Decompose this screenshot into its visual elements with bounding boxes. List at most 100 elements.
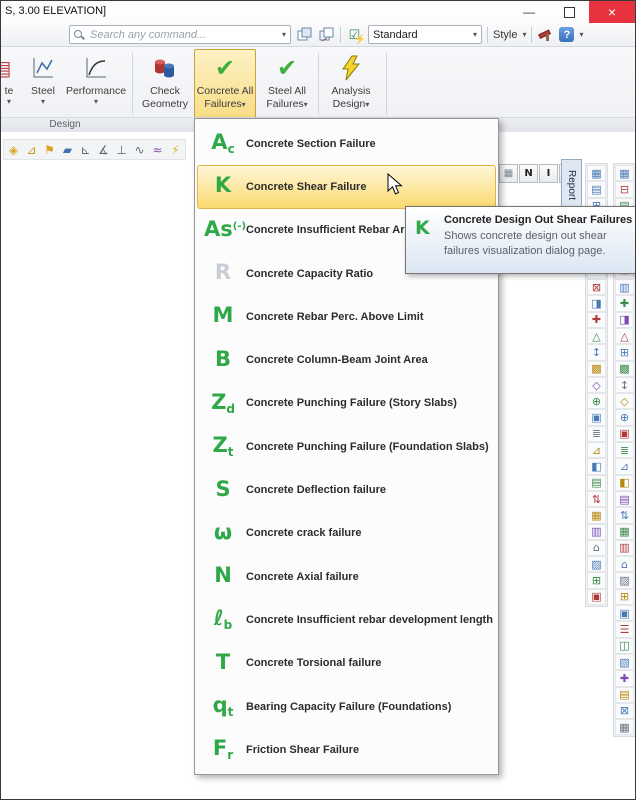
toolbar-icon[interactable]: ⌂ <box>615 556 634 572</box>
toolbar-icon[interactable]: ∡ <box>95 141 112 158</box>
toolbar-icon[interactable]: ▰ <box>59 141 76 158</box>
toolbar-icon[interactable]: ⊠ <box>615 703 634 719</box>
toolbar-icon[interactable]: ⇅ <box>587 491 606 507</box>
toolbar-icon[interactable]: ▦ <box>615 719 634 735</box>
toolbar-icon[interactable]: ⊿ <box>615 458 634 474</box>
toolbar-icon[interactable]: ⊕ <box>615 409 634 425</box>
toolbar-icon[interactable]: ▩ <box>587 361 606 377</box>
toolbar-icon[interactable]: ▦ <box>587 165 606 181</box>
help-icon[interactable]: ? <box>559 27 574 42</box>
toolbar-icon[interactable]: ✚ <box>615 670 634 686</box>
toolbar-icon[interactable]: ⊞ <box>587 572 606 588</box>
toolbar-icon[interactable]: △ <box>587 328 606 344</box>
maximize-button[interactable] <box>549 1 589 23</box>
toolbar-icon[interactable]: ✚ <box>587 312 606 328</box>
menu-item-concrete-torsional-failure[interactable]: T Concrete Torsional failure <box>197 642 496 685</box>
ribbon-button-analysis-design[interactable]: Analysis Design▾ <box>321 49 381 118</box>
toolbar-icon[interactable]: ↕ <box>587 344 606 360</box>
toolbar-icon[interactable]: ⇅ <box>615 507 634 523</box>
toolbar-icon[interactable]: ◈ <box>5 141 22 158</box>
toolbar-icon[interactable]: ▤ <box>615 491 634 507</box>
format-painter-icon[interactable] <box>537 26 554 43</box>
menu-item-concrete-punching-failure-foundation-slabs[interactable]: Zt Concrete Punching Failure (Foundation… <box>197 425 496 468</box>
toolbar-icon[interactable]: ⊿ <box>23 141 40 158</box>
toolbar-icon[interactable]: ≣ <box>587 426 606 442</box>
menu-item-concrete-insufficient-rebar-development-length[interactable]: ℓb Concrete Insufficient rebar developme… <box>197 598 496 641</box>
command-search-box[interactable]: ▾ <box>69 25 291 44</box>
toolbar-icon[interactable]: ▧ <box>615 654 634 670</box>
toolbar-icon[interactable]: ◨ <box>587 295 606 311</box>
toolbar-icon[interactable]: ▦ <box>615 524 634 540</box>
toolbar-icon[interactable]: ⊕ <box>587 393 606 409</box>
close-button[interactable]: × <box>589 1 635 23</box>
toolbar-icon[interactable]: ▥ <box>615 540 634 556</box>
toolbar-icon[interactable]: ▤ <box>615 687 634 703</box>
toolbar-icon[interactable]: ◇ <box>615 393 634 409</box>
toolbar-icon[interactable]: ▩ <box>615 361 634 377</box>
toolbar-icon[interactable]: ◧ <box>615 475 634 491</box>
toolbar-icon[interactable]: ⚡ <box>167 141 184 158</box>
check-run-icon[interactable]: ☑ ⚡ <box>346 26 363 43</box>
toolbar-icon[interactable]: ⊿ <box>587 442 606 458</box>
toolbar-button[interactable]: ▦ <box>499 164 518 183</box>
toolbar-icon[interactable]: ◇ <box>587 377 606 393</box>
style-caret-icon[interactable]: ▾ <box>522 31 526 39</box>
toolbar-icon[interactable]: ▣ <box>615 426 634 442</box>
menu-item-bearing-capacity-failure-foundations[interactable]: qt Bearing Capacity Failure (Foundations… <box>197 685 496 728</box>
toolbar-icon[interactable]: ▨ <box>587 556 606 572</box>
toolbar-icon[interactable]: ◨ <box>615 312 634 328</box>
toolbar-icon[interactable]: ⊞ <box>615 344 634 360</box>
toolbar-icon[interactable]: ▣ <box>587 589 606 605</box>
toolbar-icon[interactable]: △ <box>615 328 634 344</box>
toolbar-icon[interactable]: ◫ <box>615 638 634 654</box>
ribbon-button-check-geometry[interactable]: Check Geometry <box>137 49 193 118</box>
toolbar-icon[interactable]: ▦ <box>587 507 606 523</box>
toolbar-icon[interactable]: ⊞ <box>615 589 634 605</box>
toolbar-icon[interactable]: ▤ <box>587 181 606 197</box>
toolbar-icon[interactable]: ☰ <box>615 621 634 637</box>
menu-item-concrete-punching-failure-story-slabs[interactable]: Zd Concrete Punching Failure (Story Slab… <box>197 382 496 425</box>
menu-item-friction-shear-failure[interactable]: Fr Friction Shear Failure <box>197 728 496 771</box>
toolbar-icon[interactable]: ▥ <box>615 279 634 295</box>
toolbar-icon[interactable]: ≈ <box>149 141 166 158</box>
toolbar-icon[interactable]: ⊠ <box>587 279 606 295</box>
menu-item-concrete-column-beam-joint-area[interactable]: B Concrete Column-Beam Joint Area <box>197 338 496 381</box>
minimize-button[interactable]: — <box>509 1 549 23</box>
standard-combo[interactable]: Standard ▾ <box>368 25 482 44</box>
toolbar-icon[interactable]: ∿ <box>131 141 148 158</box>
toolbar-icon[interactable]: ▨ <box>615 572 634 588</box>
toolbar-icon[interactable]: ⊟ <box>615 181 634 197</box>
ribbon-button-performance[interactable]: Performance ▾ <box>63 49 129 118</box>
toolbar-icon[interactable]: ▦ <box>615 165 634 181</box>
drawing-area[interactable]: ◈⊿⚑▰⊾∡⊥∿≈⚡ ▦NIV Report ▦▤⊞▥◫▧☰⊠◨✚△↕▩◇⊕▣≣… <box>1 132 635 799</box>
menu-item-concrete-deflection-failure[interactable]: S Concrete Deflection failure <box>197 468 496 511</box>
toolbar-icon[interactable]: ✚ <box>615 295 634 311</box>
toolbar-icon[interactable]: ↕ <box>615 377 634 393</box>
toolbar-icon[interactable]: ◧ <box>587 458 606 474</box>
ribbon-button-steel[interactable]: Steel ▾ <box>25 49 61 118</box>
report-tab[interactable]: Report <box>561 159 582 211</box>
toolbar-button[interactable]: N <box>519 164 538 183</box>
menu-item-concrete-axial-failure[interactable]: N Concrete Axial failure <box>197 555 496 598</box>
menu-item-concrete-rebar-perc-above-limit[interactable]: M Concrete Rebar Perc. Above Limit <box>197 295 496 338</box>
style-label[interactable]: Style <box>493 29 517 41</box>
toolbar-icon[interactable]: ≣ <box>615 442 634 458</box>
toolbar-icon[interactable]: ⚑ <box>41 141 58 158</box>
menu-item-concrete-crack-failure[interactable]: ω Concrete crack failure <box>197 512 496 555</box>
toolbar-button[interactable]: I <box>539 164 558 183</box>
toolbar-icon[interactable]: ▤ <box>587 475 606 491</box>
ribbon-button-steel-all-failures[interactable]: ✔ Steel All Failures▾ <box>258 49 316 118</box>
menu-item-concrete-shear-failure[interactable]: K Concrete Shear Failure <box>197 165 496 208</box>
layer-copy-icon[interactable] <box>318 26 335 43</box>
toolbar-icon[interactable]: ⌂ <box>587 540 606 556</box>
help-caret-icon[interactable]: ▾ <box>579 31 583 39</box>
toolbar-icon[interactable]: ⊾ <box>77 141 94 158</box>
toolbar-icon[interactable]: ▥ <box>587 524 606 540</box>
command-search-input[interactable] <box>88 28 278 42</box>
search-caret-icon[interactable]: ▾ <box>282 31 286 39</box>
toolbar-icon[interactable]: ▣ <box>615 605 634 621</box>
toolbar-icon[interactable]: ⊥ <box>113 141 130 158</box>
layer-pages-icon[interactable] <box>296 26 313 43</box>
menu-item-concrete-section-failure[interactable]: Ac Concrete Section Failure <box>197 122 496 165</box>
ribbon-button-concrete[interactable]: ▤ te ▾ <box>0 49 23 118</box>
